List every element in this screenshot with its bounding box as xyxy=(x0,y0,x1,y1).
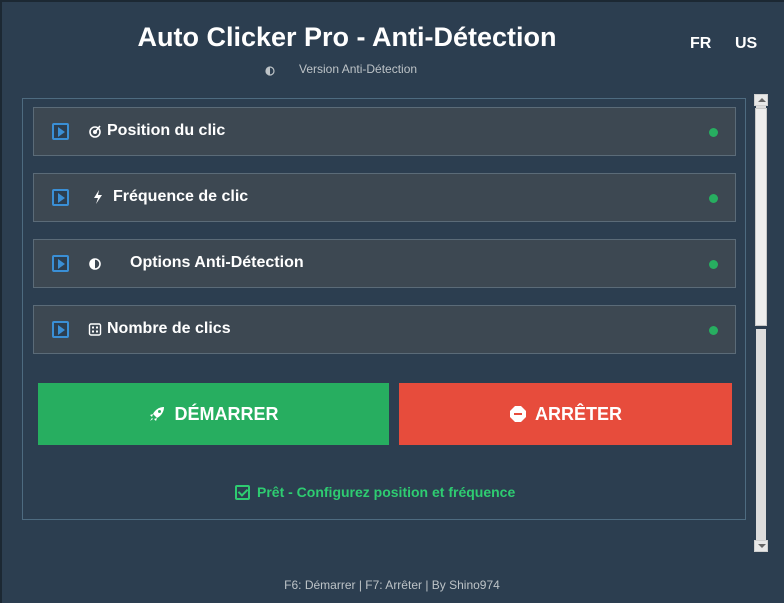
start-button-label: DÉMARRER xyxy=(174,403,279,424)
expand-play-icon[interactable] xyxy=(52,255,69,272)
expand-play-icon[interactable] xyxy=(52,321,69,338)
language-fr-button[interactable]: FR xyxy=(690,35,711,53)
app-title: Auto Clicker Pro - Anti-Détection xyxy=(137,22,557,52)
status-dot xyxy=(709,194,718,203)
checkbox-check-icon xyxy=(235,484,250,500)
section-click-position[interactable]: Position du clic xyxy=(33,107,736,156)
target-icon xyxy=(89,125,101,138)
expand-play-icon[interactable] xyxy=(52,123,69,140)
stop-button-label: ARRÊTER xyxy=(534,403,622,424)
status-dot xyxy=(709,128,718,137)
status-dot xyxy=(709,326,718,335)
scroll-thumb[interactable] xyxy=(755,108,767,326)
section-label: Options Anti-Détection xyxy=(130,254,304,271)
scroll-down-arrow-icon[interactable] xyxy=(754,540,768,552)
counter-icon xyxy=(88,323,102,336)
section-label: Fréquence de clic xyxy=(113,188,249,205)
footer-shortcuts: F6: Démarrer | F7: Arrêter | By Shino974 xyxy=(284,578,500,592)
status-text: Prêt - Configurez position et fréquence xyxy=(257,484,516,500)
stop-sign-icon xyxy=(509,406,526,422)
scroll-divider xyxy=(754,326,768,329)
window-border-left xyxy=(0,0,2,603)
scroll-up-arrow-icon[interactable] xyxy=(754,94,768,106)
window-border-top xyxy=(0,0,784,2)
version-subtitle: Version Anti-Détection xyxy=(299,62,418,76)
start-button[interactable]: DÉMARRER xyxy=(38,383,389,445)
expand-play-icon[interactable] xyxy=(52,189,69,206)
half-circle-icon xyxy=(265,66,275,76)
rocket-icon xyxy=(150,407,165,421)
section-click-count[interactable]: Nombre de clics xyxy=(33,305,736,354)
section-click-frequency[interactable]: Fréquence de clic xyxy=(33,173,736,222)
status-message: Prêt - Configurez position et fréquence xyxy=(235,484,515,500)
scrollbar[interactable] xyxy=(754,94,768,552)
stop-button[interactable]: ARRÊTER xyxy=(399,383,732,445)
status-dot xyxy=(709,260,718,269)
language-us-button[interactable]: US xyxy=(735,35,757,53)
section-label: Position du clic xyxy=(107,122,226,139)
half-circle-icon xyxy=(89,258,101,270)
lightning-icon xyxy=(94,190,102,204)
section-label: Nombre de clics xyxy=(107,320,231,337)
section-anti-detection-options[interactable]: Options Anti-Détection xyxy=(33,239,736,288)
